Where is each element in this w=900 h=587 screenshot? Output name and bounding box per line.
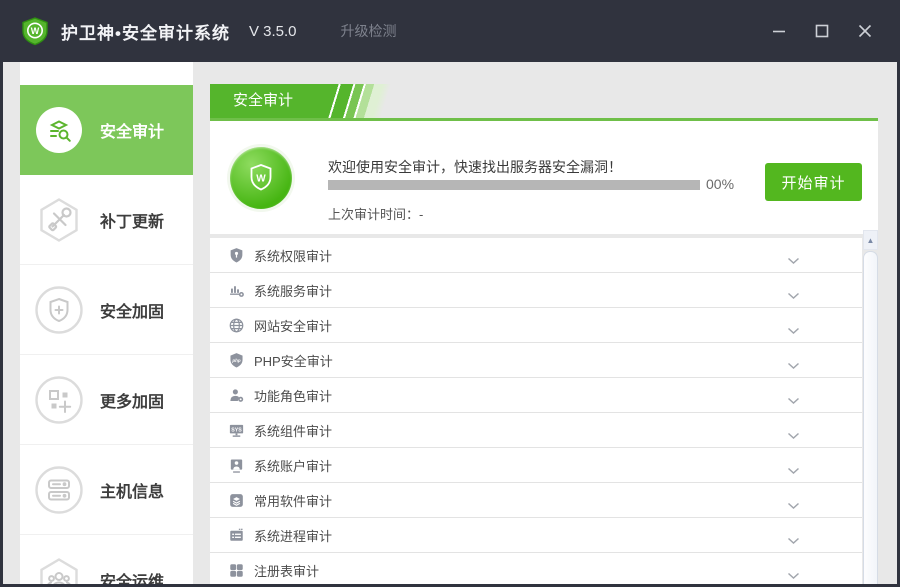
sidebar-item[interactable]: 安全运维 (20, 535, 193, 584)
user-card-icon (228, 457, 245, 474)
minimize-icon (772, 24, 786, 38)
sys-monitor-icon: SYS (228, 422, 245, 439)
team-icon (34, 555, 84, 585)
audit-row-label: 系统权限审计 (254, 246, 332, 265)
audit-row-label: PHP安全审计 (254, 351, 333, 370)
shield-plus-icon (34, 285, 84, 335)
chevron-down-icon[interactable] (787, 252, 800, 260)
layers-icon (228, 492, 245, 509)
audit-row-label: 功能角色审计 (254, 386, 332, 405)
audit-row[interactable]: 系统服务审计 (210, 273, 862, 308)
chevron-down-icon[interactable] (787, 567, 800, 575)
maximize-icon (815, 24, 829, 38)
sidebar-item-label: 补丁更新 (100, 208, 164, 232)
tab-security-audit: 安全审计 (210, 84, 322, 118)
scrollbar-thumb[interactable] (863, 251, 878, 584)
audit-progress-bar (328, 180, 700, 190)
sidebar-item-label: 更多加固 (100, 388, 164, 412)
section-tab-ribbon: 安全审计 (210, 84, 878, 118)
php-shield-icon: php (228, 352, 245, 369)
chart-gear-icon (228, 282, 245, 299)
app-area: 安全审计 补丁更新 安全加固 更多加固 主机信息 (3, 62, 897, 584)
chevron-down-icon[interactable] (787, 357, 800, 365)
globe-icon (228, 317, 245, 334)
welcome-card: W 欢迎使用安全审计，快速找出服务器安全漏洞！ 00% 上次审计时间：- 开始审… (210, 121, 878, 234)
app-title: 护卫神•安全审计系统 (61, 19, 230, 44)
sidebar-item[interactable]: 补丁更新 (20, 175, 193, 265)
shield-w-logo-icon: W (20, 16, 50, 46)
sidebar-item-label: 安全审计 (100, 118, 164, 142)
audit-row[interactable]: 网站安全审计 (210, 308, 862, 343)
maximize-button[interactable] (800, 11, 843, 51)
chevron-down-icon[interactable] (787, 462, 800, 470)
chevron-down-icon[interactable] (787, 497, 800, 505)
start-audit-button[interactable]: 开始审计 (765, 163, 862, 201)
vertical-scrollbar[interactable]: ▲ (863, 230, 878, 584)
main-panel: 安全审计 W 欢迎使用安全审计，快速找出服务器安全漏洞！ 00% 上次审计时间：… (210, 62, 895, 584)
svg-text:W: W (31, 26, 40, 36)
audit-row[interactable]: 系统账户审计 (210, 448, 862, 483)
patch-tools-icon (34, 195, 84, 245)
sidebar-item[interactable]: 主机信息 (20, 445, 193, 535)
audit-row-label: 系统进程审计 (254, 526, 332, 545)
svg-text:php: php (231, 358, 241, 363)
scroll-up-arrow-icon[interactable]: ▲ (863, 230, 878, 250)
user-gear-icon (228, 387, 245, 404)
shield-w-badge-icon: W (230, 147, 292, 209)
audit-row-label: 注册表审计 (254, 561, 319, 580)
audit-row[interactable]: php PHP安全审计 (210, 343, 862, 378)
sidebar-item-label: 安全运维 (100, 568, 164, 585)
sidebar-item-label: 主机信息 (100, 478, 164, 502)
registry-grid-icon (228, 562, 245, 579)
audit-row[interactable]: 系统权限审计 (210, 238, 862, 273)
sidebar-item[interactable]: 安全加固 (20, 265, 193, 355)
shield-key-icon (228, 247, 245, 264)
server-icon (34, 465, 84, 515)
process-list-icon (228, 527, 245, 544)
app-version: V 3.5.0 (249, 23, 297, 40)
sidebar-item[interactable]: 更多加固 (20, 355, 193, 445)
audit-search-icon (34, 105, 84, 155)
chevron-down-icon[interactable] (787, 392, 800, 400)
progress-percent: 00% (706, 176, 734, 192)
last-audit-time: 上次审计时间：- (328, 204, 423, 223)
audit-row[interactable]: 常用软件审计 (210, 483, 862, 518)
welcome-message: 欢迎使用安全审计，快速找出服务器安全漏洞！ (328, 157, 622, 177)
audit-row-label: 常用软件审计 (254, 491, 332, 510)
sidebar-item[interactable]: 安全审计 (20, 85, 193, 175)
sidebar-item-label: 安全加固 (100, 298, 164, 322)
grid-plus-icon (34, 375, 84, 425)
minimize-button[interactable] (757, 11, 800, 51)
svg-text:SYS: SYS (231, 427, 242, 433)
chevron-down-icon[interactable] (787, 287, 800, 295)
audit-row[interactable]: 系统进程审计 (210, 518, 862, 553)
audit-row-label: 系统组件审计 (254, 421, 332, 440)
chevron-down-icon[interactable] (787, 322, 800, 330)
close-button[interactable] (843, 11, 886, 51)
chevron-down-icon[interactable] (787, 532, 800, 540)
sidebar: 安全审计 补丁更新 安全加固 更多加固 主机信息 (20, 62, 193, 584)
titlebar: W 护卫神•安全审计系统 V 3.5.0 升级检测 (0, 0, 900, 62)
close-icon (858, 24, 872, 38)
audit-row[interactable]: 功能角色审计 (210, 378, 862, 413)
upgrade-check-link[interactable]: 升级检测 (341, 21, 397, 41)
window-controls (757, 11, 886, 51)
audit-row[interactable]: 注册表审计 (210, 553, 862, 584)
ribbon-stripes-decoration (322, 84, 410, 118)
audit-category-list: 系统权限审计 系统服务审计 网站安全审计 (210, 238, 862, 584)
chevron-down-icon[interactable] (787, 427, 800, 435)
audit-row-label: 系统服务审计 (254, 281, 332, 300)
audit-row-label: 网站安全审计 (254, 316, 332, 335)
audit-row[interactable]: SYS 系统组件审计 (210, 413, 862, 448)
audit-row-label: 系统账户审计 (254, 456, 332, 475)
svg-text:W: W (256, 174, 266, 185)
